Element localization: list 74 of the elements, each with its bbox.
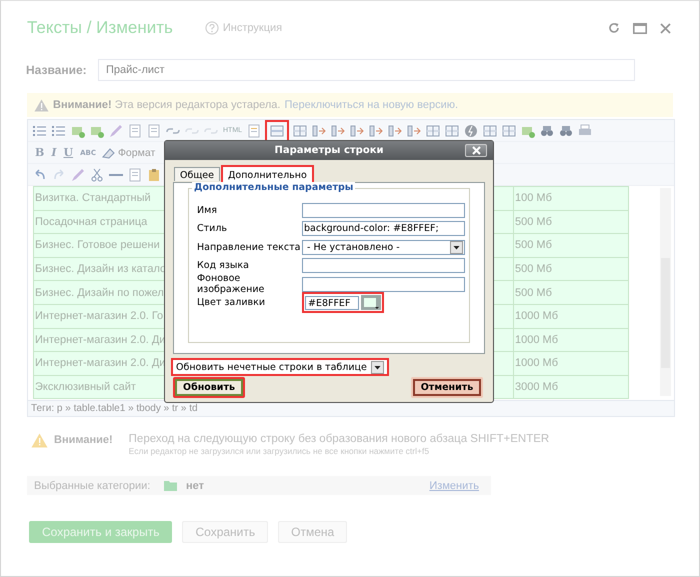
split-icon[interactable] [330, 122, 346, 138]
text-field[interactable]: background-color: #E8FFEF; [302, 221, 465, 236]
table-cell: 500 Мб [514, 210, 628, 234]
dialog-tab[interactable]: Общее [174, 167, 220, 181]
categories-value: нет [186, 480, 204, 492]
grid-icon[interactable] [482, 122, 498, 138]
name-label: Название: [26, 63, 88, 77]
page-icon[interactable] [127, 122, 143, 138]
dialog-title: Параметры строки [274, 145, 384, 156]
format-button[interactable]: U [60, 146, 76, 159]
name-field[interactable]: Прайс-лист [98, 59, 635, 81]
window-title: Тексты / Изменить [27, 18, 173, 38]
table-cell: 500 Мб [514, 234, 628, 258]
folder-icon [164, 480, 177, 491]
page-icon[interactable] [146, 122, 162, 138]
text-field[interactable] [302, 276, 465, 292]
warning-icon [31, 433, 48, 448]
lightning-icon[interactable] [463, 122, 480, 138]
page-icon[interactable] [127, 166, 143, 182]
table-cell: 500 Мб [514, 257, 628, 281]
hint-label: Внимание! [54, 434, 113, 446]
close-icon [472, 146, 480, 155]
table-cell: 500 Мб [514, 280, 628, 304]
pencil-icon[interactable] [70, 166, 86, 182]
color-picker-icon[interactable] [361, 295, 381, 310]
table-cell: 3000 Мб [514, 375, 628, 399]
change-link[interactable]: Изменить [429, 480, 479, 492]
action-button[interactable]: Отмена [278, 521, 348, 543]
close-button[interactable] [465, 144, 487, 157]
close-icon[interactable] [660, 22, 671, 34]
column-icon[interactable] [368, 122, 384, 138]
table-cell: 1000 Мб [514, 304, 628, 328]
save-and-close-button[interactable]: Сохранить и закрыть [29, 521, 172, 543]
text-field[interactable] [302, 202, 465, 218]
table-cell: 1000 Мб [514, 328, 628, 352]
grid-icon[interactable] [501, 122, 518, 138]
pencil-icon[interactable] [108, 122, 124, 138]
format-dropdown[interactable]: Формат [118, 146, 156, 158]
action-button[interactable]: Сохранить [182, 521, 268, 543]
group-legend: Дополнительные параметры [192, 182, 356, 193]
column-icon[interactable] [387, 122, 404, 138]
field-label: Код языка [197, 260, 250, 272]
categories-label: Выбранные категории: [34, 480, 152, 492]
table-cell: 1000 Мб [514, 352, 628, 376]
help-icon[interactable] [204, 21, 219, 35]
format-button[interactable]: B [32, 146, 48, 159]
help-link[interactable]: Инструкция [222, 22, 282, 34]
column-icon[interactable] [406, 122, 422, 138]
table-icon[interactable] [425, 122, 442, 138]
scissors-icon[interactable] [89, 166, 105, 182]
dialog-tab[interactable]: Дополнительно [220, 165, 314, 182]
select-field[interactable]: - Не установлено - [302, 240, 465, 255]
refresh-icon[interactable] [608, 22, 620, 34]
notice-text: Внимание! Эта версия редактора устарела. [53, 99, 280, 111]
table-cell-icon[interactable] [292, 122, 308, 138]
tag-path: Теги: p » table.table1 » tbody » tr » td [28, 400, 674, 416]
color-field[interactable]: #E8FFEF [302, 292, 384, 314]
update-button[interactable]: Обновить [173, 377, 245, 398]
field-label: Стиль [197, 223, 228, 234]
warning-icon [34, 98, 49, 112]
text-field[interactable] [302, 258, 465, 274]
split-icon[interactable] [311, 122, 328, 138]
cancel-button[interactable]: Отменить [411, 377, 483, 398]
scope-select[interactable]: Обновить нечетные строки в таблице [171, 358, 389, 376]
format-button[interactable]: I [48, 146, 60, 159]
split-icon[interactable] [349, 122, 366, 138]
clipboard-icon[interactable] [146, 166, 162, 182]
note-icon[interactable] [246, 122, 262, 138]
table-cell: 100 Мб [514, 186, 628, 210]
maximize-icon[interactable] [633, 22, 647, 34]
hint-text: Переход на следующую строку без образования нового абзаца SHIFT+ENTER [128, 433, 550, 445]
field-label: Направление текста [197, 242, 302, 253]
table-icon[interactable] [444, 122, 460, 138]
new-version-link[interactable]: Переключиться на новую версию. [284, 99, 458, 111]
